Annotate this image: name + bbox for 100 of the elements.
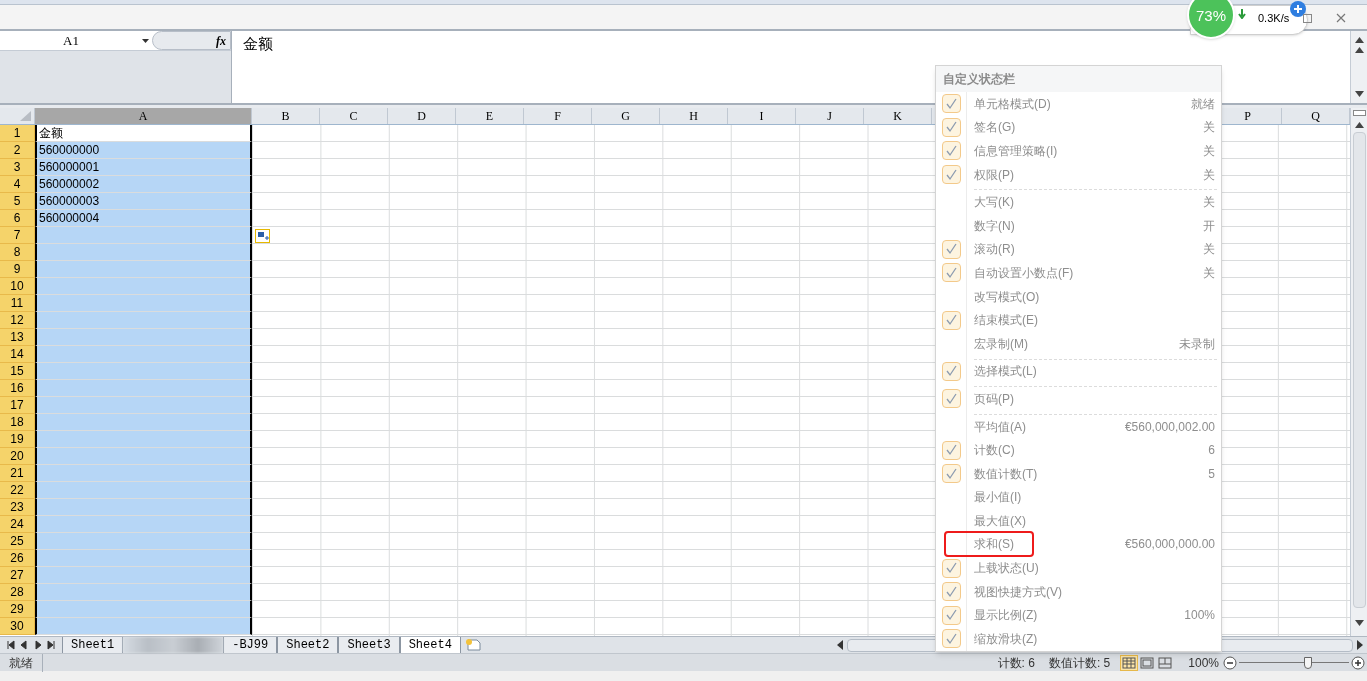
zoom-slider[interactable] xyxy=(1239,655,1349,670)
menu-item-value: €560,000,002.00 xyxy=(1124,418,1215,436)
row-header[interactable]: 21 xyxy=(0,465,35,482)
column-header[interactable]: G xyxy=(592,108,660,124)
zoom-level-text: 100% xyxy=(1188,654,1219,672)
column-header[interactable]: E xyxy=(456,108,524,124)
insert-function-button[interactable]: fx xyxy=(216,31,226,50)
scroll-right-icon xyxy=(1356,640,1363,650)
scroll-down-icon xyxy=(1354,620,1364,626)
table-cell: 560000001 xyxy=(35,159,252,176)
column-header[interactable]: D xyxy=(388,108,456,124)
scroll-thumb[interactable] xyxy=(1352,132,1366,608)
restore-icon xyxy=(1303,14,1312,23)
row-header[interactable]: 19 xyxy=(0,431,35,448)
row-header[interactable]: 25 xyxy=(0,533,35,550)
menu-item[interactable]: 权限(P) 关 xyxy=(936,162,1221,187)
menu-item-value: 关 xyxy=(1203,264,1215,282)
row-header[interactable]: 20 xyxy=(0,448,35,465)
menu-item[interactable]: 上载状态(U) xyxy=(936,556,1221,580)
row-header[interactable]: 1 xyxy=(0,125,35,142)
sheet-tab[interactable]: Sheet2 xyxy=(277,637,339,653)
row-header[interactable]: 27 xyxy=(0,567,35,584)
split-handle[interactable] xyxy=(1352,110,1366,116)
menu-item[interactable]: 自动设置小数点(F) 关 xyxy=(936,261,1221,285)
row-header[interactable]: 5 xyxy=(0,193,35,210)
page-break-button[interactable] xyxy=(1156,654,1175,671)
menu-item[interactable]: 宏录制(M) 未录制 xyxy=(936,331,1221,356)
menu-item[interactable]: 最大值(X) xyxy=(936,509,1221,533)
menu-item[interactable]: 滚动(R) 关 xyxy=(936,237,1221,262)
menu-title: 自定义状态栏 xyxy=(936,66,1221,92)
menu-item[interactable]: 页码(P) xyxy=(936,387,1221,411)
row-header[interactable]: 13 xyxy=(0,329,35,346)
row-header[interactable]: 7 xyxy=(0,227,35,244)
menu-item-value: 关 xyxy=(1203,166,1215,184)
first-sheet-icon xyxy=(5,640,16,650)
menu-item[interactable]: 显示比例(Z) 100% xyxy=(936,603,1221,628)
row-header[interactable]: 12 xyxy=(0,312,35,329)
previous-sheet-icon xyxy=(19,640,30,650)
row-header[interactable]: 9 xyxy=(0,261,35,278)
table-cell: 560000004 xyxy=(35,210,252,227)
menu-item[interactable]: 平均值(A) €560,000,002.00 xyxy=(936,414,1221,439)
column-header[interactable]: H xyxy=(660,108,728,124)
menu-item[interactable]: 信息管理策略(I) 关 xyxy=(936,139,1221,163)
column-header[interactable]: A xyxy=(35,108,252,124)
menu-item[interactable]: 结束模式(E) xyxy=(936,308,1221,332)
column-header[interactable]: I xyxy=(728,108,796,124)
row-header[interactable]: 14 xyxy=(0,346,35,363)
row-header[interactable]: 30 xyxy=(0,618,35,635)
menu-item-value: 就绪 xyxy=(1191,95,1215,113)
menu-item[interactable]: 缩放滑块(Z) xyxy=(936,627,1221,651)
row-header[interactable]: 18 xyxy=(0,414,35,431)
row-header[interactable]: 26 xyxy=(0,550,35,567)
row-header[interactable]: 29 xyxy=(0,601,35,618)
menu-item[interactable]: 数字(N) 开 xyxy=(936,213,1221,238)
menu-item-value: 关 xyxy=(1203,119,1215,137)
row-header[interactable]: 8 xyxy=(0,244,35,261)
menu-item[interactable]: 最小值(I) xyxy=(936,485,1221,510)
column-header[interactable]: B xyxy=(252,108,320,124)
menu-item[interactable]: 选择模式(L) xyxy=(936,359,1221,384)
count-text: 计数: 6 xyxy=(997,654,1035,672)
column-header[interactable]: K xyxy=(864,108,932,124)
paste-options-icon xyxy=(255,229,270,243)
caret-icon xyxy=(142,38,149,43)
sheet-tab[interactable]: Sheet3 xyxy=(338,637,400,653)
column-header[interactable]: J xyxy=(796,108,864,124)
close-icon xyxy=(1336,13,1346,23)
menu-item-value: 100% xyxy=(1184,607,1215,625)
sheet-tab[interactable]: Sheet4 xyxy=(399,637,461,653)
row-header[interactable]: 11 xyxy=(0,295,35,312)
scroll-up-icon xyxy=(1354,122,1364,128)
select-all-icon xyxy=(20,111,31,121)
row-header[interactable]: 24 xyxy=(0,516,35,533)
zoom-slider-thumb[interactable] xyxy=(1304,656,1313,669)
column-header[interactable]: F xyxy=(524,108,592,124)
row-header[interactable]: 3 xyxy=(0,159,35,176)
normal-view-button[interactable] xyxy=(1120,654,1139,671)
row-header[interactable]: 15 xyxy=(0,363,35,380)
row-header[interactable]: 17 xyxy=(0,397,35,414)
name-box[interactable]: A1 xyxy=(0,31,152,50)
menu-item[interactable]: 大写(K) 关 xyxy=(936,190,1221,214)
page-layout-button[interactable] xyxy=(1138,654,1157,671)
row-header[interactable]: 2 xyxy=(0,142,35,159)
table-cell: 金额 xyxy=(35,125,252,142)
menu-item-value: 6 xyxy=(1208,442,1215,460)
row-header[interactable]: 28 xyxy=(0,584,35,601)
formula-text[interactable]: 金额 xyxy=(243,35,273,52)
zoom-out-icon xyxy=(1223,655,1237,670)
sheet-tab[interactable]: Sheet1 xyxy=(62,637,124,653)
menu-item[interactable]: 视图快捷方式(V) xyxy=(936,579,1221,604)
row-header[interactable]: 16 xyxy=(0,380,35,397)
row-header[interactable]: 23 xyxy=(0,499,35,516)
column-header[interactable]: C xyxy=(320,108,388,124)
row-header[interactable]: 6 xyxy=(0,210,35,227)
menu-item[interactable]: 求和(S) €560,000,000.00 xyxy=(936,532,1221,557)
menu-item[interactable]: 改写模式(O) xyxy=(936,284,1221,309)
row-header[interactable]: 10 xyxy=(0,278,35,295)
row-header[interactable]: 4 xyxy=(0,176,35,193)
row-header[interactable]: 22 xyxy=(0,482,35,499)
sheet-tab[interactable]: -BJ99 xyxy=(223,637,278,653)
numeric-count-text: 数值计数: 5 xyxy=(1048,654,1111,672)
